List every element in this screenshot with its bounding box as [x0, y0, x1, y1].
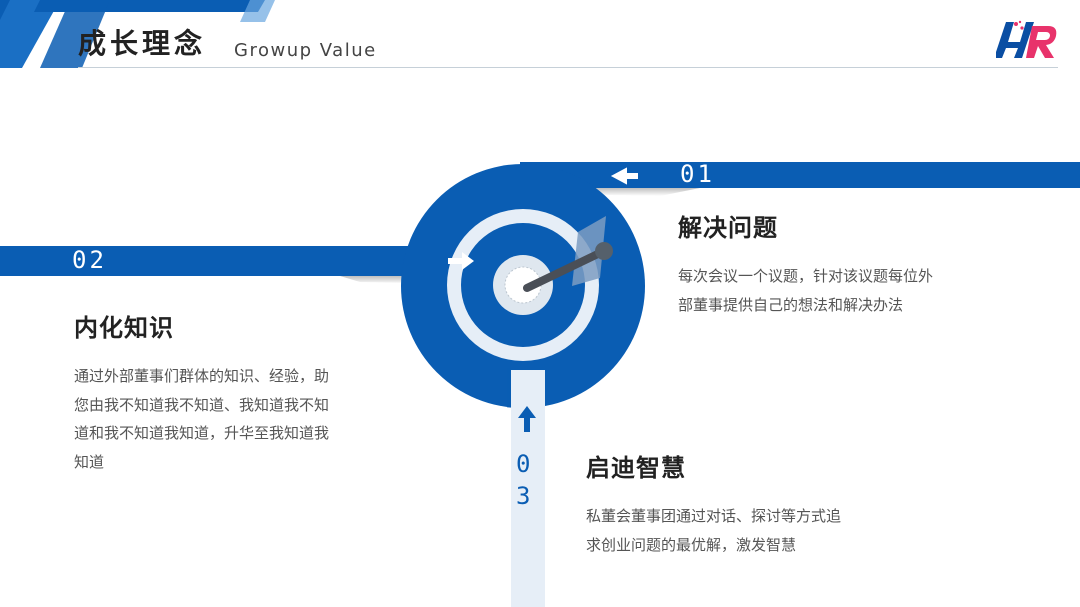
item-01-title: 解决问题 — [678, 214, 778, 242]
item-01-desc: 每次会议一个议题，针对该议题每位外 部董事提供自己的想法和解决办法 — [678, 262, 978, 319]
item-02-title: 内化知识 — [74, 314, 174, 342]
item-02-desc-line: 道和我不知道我知道，升华至我知道我 — [74, 424, 330, 442]
item-01-desc-line: 部董事提供自己的想法和解决办法 — [678, 295, 904, 314]
item-02-desc-line: 知道 — [74, 452, 105, 471]
item-03-desc: 私董会董事团通过对话、探讨等方式追 求创业问题的最优解，激发智慧 — [586, 502, 886, 559]
number-02: 02 — [72, 246, 107, 274]
item-02-desc: 通过外部董事们群体的知识、经验，助 您由我不知道我不知道、我知道我不知 道和我不… — [74, 362, 374, 476]
item-02-desc-line: 您由我不知道我不知道、我知道我不知 — [74, 395, 330, 414]
item-02-desc-line: 通过外部董事们群体的知识、经验，助 — [74, 367, 330, 385]
item-01-desc-line: 每次会议一个议题，针对该议题每位外 — [678, 267, 934, 285]
number-01: 01 — [680, 160, 715, 188]
item-03-desc-line: 私董会董事团通过对话、探讨等方式追 — [586, 507, 842, 525]
bar-01 — [520, 162, 1080, 188]
item-03-desc-line: 求创业问题的最优解，激发智慧 — [586, 535, 797, 554]
number-03-top: 0 — [516, 450, 534, 478]
number-03-bottom: 3 — [516, 482, 534, 510]
item-03-title: 启迪智慧 — [586, 454, 686, 482]
